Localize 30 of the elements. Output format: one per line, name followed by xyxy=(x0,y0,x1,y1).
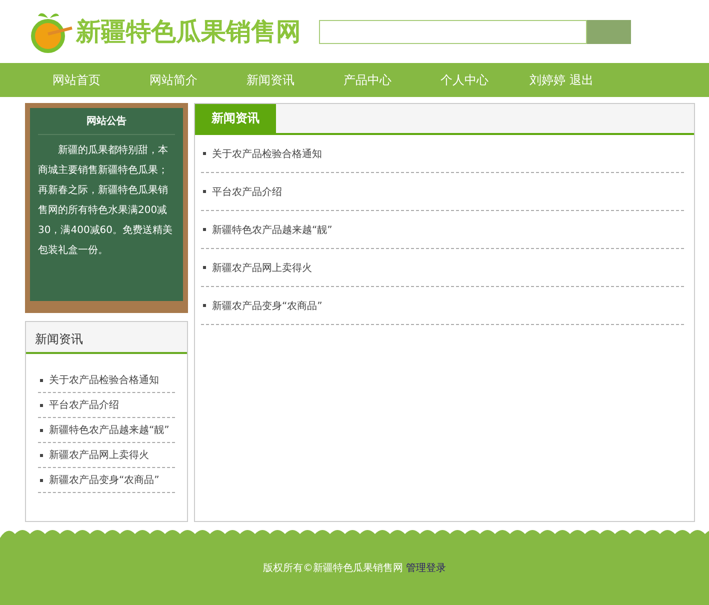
bullet-icon xyxy=(40,378,43,382)
news-link[interactable]: 新疆农产品变身“农商品” xyxy=(212,298,322,312)
bullet-icon xyxy=(40,428,43,432)
search-button[interactable] xyxy=(587,20,631,44)
bullet-icon xyxy=(40,478,43,482)
news-link[interactable]: 新疆农产品变身“农商品” xyxy=(49,473,160,487)
bullet-icon xyxy=(203,190,206,193)
news-link[interactable]: 新疆特色农产品越来越“靓” xyxy=(212,222,332,236)
bullet-icon xyxy=(40,404,43,406)
news-link[interactable]: 新疆农产品网上卖得火 xyxy=(212,260,312,274)
news-link[interactable]: 新疆特色农产品越来越“靓” xyxy=(49,423,170,437)
bullet-icon xyxy=(203,266,206,269)
news-link[interactable]: 关于农产品检验合格通知 xyxy=(49,373,159,387)
site-title: 新疆特色瓜果销售网 xyxy=(76,16,301,48)
bullet-icon xyxy=(203,304,206,307)
news-link[interactable]: 平台农产品介绍 xyxy=(212,184,282,198)
bullet-icon xyxy=(203,228,206,231)
copyright-text: 版权所有©新疆特色瓜果销售网 xyxy=(263,562,403,574)
notice-text: 新疆的瓜果都特别甜，本商城主要销售新疆特色瓜果； xyxy=(38,144,169,178)
user-name: 刘婷婷 xyxy=(530,72,566,88)
news-link[interactable]: 平台农产品介绍 xyxy=(49,398,119,412)
news-link[interactable]: 关于农产品检验合格通知 xyxy=(212,146,322,160)
board-title: 网站公告 xyxy=(38,114,175,135)
search-field[interactable] xyxy=(319,20,587,44)
panel-title: 新闻资讯 xyxy=(26,322,187,354)
news-link[interactable]: 新疆农产品网上卖得火 xyxy=(49,448,149,462)
admin-login-link[interactable]: 管理登录 xyxy=(406,560,446,574)
bullet-icon xyxy=(203,152,206,155)
bullet-icon xyxy=(40,454,43,456)
notice-text: 再新春之际，新疆特色瓜果销售网的所有特色水果满200减30，满400减60。免费送精美包装礼盒一份。 xyxy=(38,184,174,258)
